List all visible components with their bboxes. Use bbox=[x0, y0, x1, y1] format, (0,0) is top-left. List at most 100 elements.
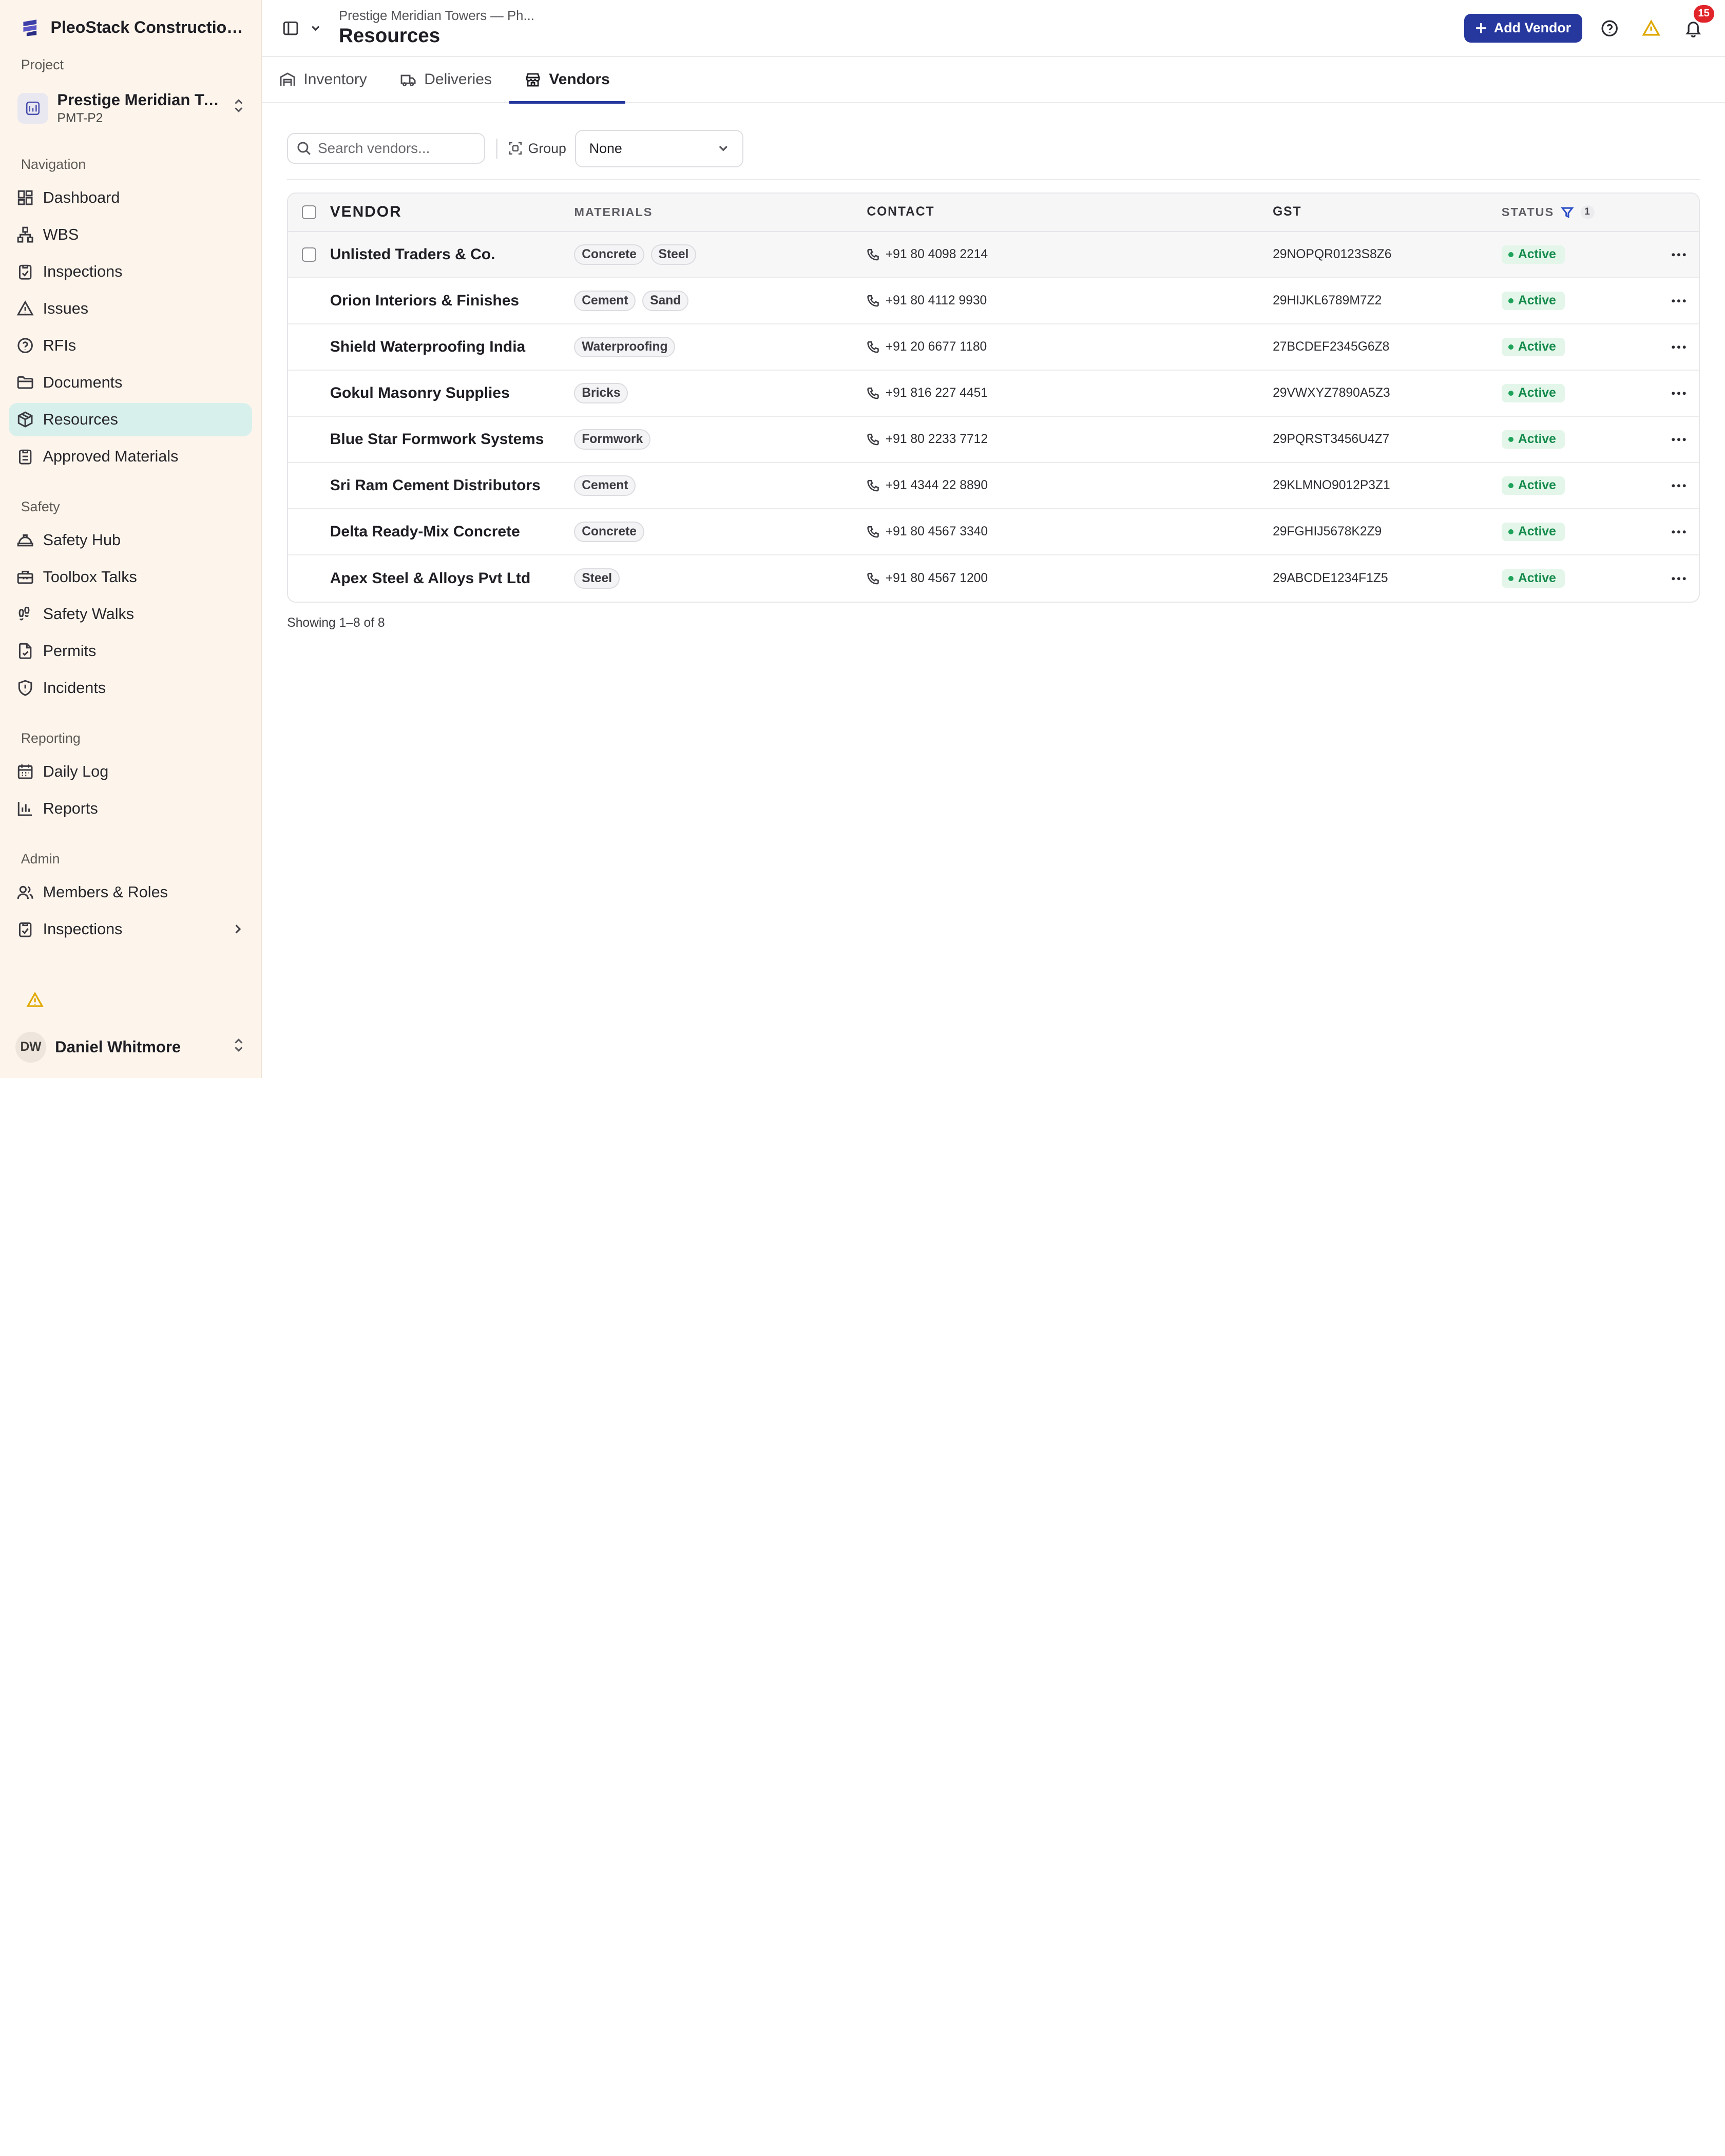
material-chip: Concrete bbox=[574, 521, 644, 543]
materials-cell: Cement Sand bbox=[574, 290, 867, 312]
vendor-name[interactable]: Apex Steel & Alloys Pvt Ltd bbox=[330, 570, 574, 587]
project-switcher[interactable]: Prestige Meridian To... PMT-P2 bbox=[13, 82, 252, 135]
sidebar-item-safety-hub[interactable]: Safety Hub bbox=[9, 524, 252, 556]
vendor-name[interactable]: Blue Star Formwork Systems bbox=[330, 431, 574, 448]
stack-layers-icon bbox=[20, 17, 40, 37]
tab-label: Vendors bbox=[549, 71, 610, 88]
bar-chart-icon bbox=[17, 802, 32, 816]
sidebar-toggle-button[interactable] bbox=[279, 14, 301, 43]
phone-number: +91 816 227 4451 bbox=[885, 386, 988, 400]
store-icon bbox=[526, 73, 540, 87]
status-dot bbox=[1508, 529, 1514, 535]
sidebar-item-label: Resources bbox=[43, 410, 118, 428]
sidebar-dropdown-button[interactable] bbox=[308, 14, 323, 43]
tab-inventory[interactable]: Inventory bbox=[279, 57, 382, 102]
row-actions-button[interactable] bbox=[1659, 345, 1699, 350]
sidebar-warning[interactable] bbox=[0, 984, 261, 1016]
materials-cell: Waterproofing bbox=[574, 336, 867, 358]
row-actions-button[interactable] bbox=[1659, 437, 1699, 442]
sidebar-item-dashboard[interactable]: Dashboard bbox=[9, 181, 252, 214]
status-text: Active bbox=[1518, 571, 1556, 585]
row-actions-button[interactable] bbox=[1659, 576, 1699, 581]
sidebar-item-resources[interactable]: Resources bbox=[9, 403, 252, 436]
sidebar-item-daily-log[interactable]: Daily Log bbox=[9, 755, 252, 788]
phone-number: +91 80 4567 3340 bbox=[885, 524, 988, 538]
vendor-name[interactable]: Sri Ram Cement Distributors bbox=[330, 477, 574, 494]
sidebar-item-rfis[interactable]: RFIs bbox=[9, 329, 252, 362]
vendors-panel: Group None Vendor Materials Contact GST … bbox=[262, 103, 1725, 630]
file-check-icon bbox=[19, 643, 32, 659]
sidebar-item-safety-walks[interactable]: Safety Walks bbox=[9, 598, 252, 630]
sidebar-item-toolbox-talks[interactable]: Toolbox Talks bbox=[9, 561, 252, 593]
column-header-gst[interactable]: GST bbox=[1273, 205, 1502, 219]
row-actions-button[interactable] bbox=[1659, 530, 1699, 534]
table-row[interactable]: Sri Ram Cement Distributors Cement +91 4… bbox=[288, 463, 1699, 509]
phone-icon bbox=[867, 388, 879, 399]
breadcrumb[interactable]: Prestige Meridian Towers — Ph... bbox=[339, 8, 534, 24]
filter-icon[interactable] bbox=[1561, 206, 1574, 219]
sidebar-item-reports[interactable]: Reports bbox=[9, 792, 252, 825]
table-row[interactable]: Gokul Masonry Supplies Bricks +91 816 22… bbox=[288, 371, 1699, 417]
column-header-materials[interactable]: Materials bbox=[574, 205, 867, 219]
vendor-name[interactable]: Shield Waterproofing India bbox=[330, 338, 574, 356]
row-checkbox[interactable] bbox=[302, 247, 316, 262]
sidebar-item-admin-inspections[interactable]: Inspections bbox=[9, 913, 252, 946]
phone-number: +91 20 6677 1180 bbox=[885, 339, 987, 354]
vendor-name[interactable]: Orion Interiors & Finishes bbox=[330, 292, 574, 310]
material-chip: Cement bbox=[574, 290, 636, 312]
add-vendor-button[interactable]: Add Vendor bbox=[1464, 13, 1582, 43]
table-row[interactable]: Delta Ready-Mix Concrete Concrete +91 80… bbox=[288, 509, 1699, 555]
more-horizontal-icon bbox=[1672, 484, 1686, 487]
gst-number: 29KLMNO9012P3Z1 bbox=[1273, 478, 1390, 492]
group-by-select[interactable]: None bbox=[575, 129, 743, 167]
search-input[interactable] bbox=[318, 140, 461, 157]
warnings-button[interactable] bbox=[1637, 14, 1666, 43]
status-cell: Active bbox=[1501, 291, 1659, 311]
search-box[interactable] bbox=[287, 133, 485, 164]
vendor-name[interactable]: Delta Ready-Mix Concrete bbox=[330, 523, 574, 541]
sidebar-item-inspections[interactable]: Inspections bbox=[9, 255, 252, 288]
user-menu[interactable]: DW Daniel Whitmore bbox=[0, 1016, 261, 1078]
chevron-up-down-icon bbox=[232, 1037, 245, 1057]
brand[interactable]: PleoStack Construction ... bbox=[0, 0, 261, 55]
vendor-name[interactable]: Unlisted Traders & Co. bbox=[330, 246, 574, 263]
table-row[interactable]: Apex Steel & Alloys Pvt Ltd Steel +91 80… bbox=[288, 555, 1698, 602]
column-header-status[interactable]: Status 1 bbox=[1502, 205, 1659, 220]
clipboard-list-icon bbox=[19, 450, 32, 465]
gst-number: 29HIJKL6789M7Z2 bbox=[1273, 293, 1382, 307]
table-row[interactable]: Orion Interiors & Finishes Cement Sand +9… bbox=[288, 278, 1699, 324]
status-badge: Active bbox=[1501, 522, 1565, 542]
help-button[interactable] bbox=[1595, 14, 1624, 43]
more-horizontal-icon bbox=[1672, 576, 1686, 580]
column-header-vendor[interactable]: Vendor bbox=[330, 203, 574, 221]
sidebar-item-documents[interactable]: Documents bbox=[9, 366, 252, 399]
status-cell: Active bbox=[1501, 383, 1659, 403]
sidebar-item-incidents[interactable]: Incidents bbox=[9, 671, 252, 704]
row-actions-button[interactable] bbox=[1659, 253, 1699, 257]
sidebar-item-approved-materials[interactable]: Approved Materials bbox=[9, 440, 252, 473]
row-actions-button[interactable] bbox=[1659, 391, 1699, 396]
column-header-contact[interactable]: Contact bbox=[867, 205, 1273, 219]
select-all-checkbox[interactable] bbox=[302, 205, 316, 220]
row-actions-button[interactable] bbox=[1659, 299, 1699, 303]
phone-number: +91 4344 22 8890 bbox=[885, 478, 988, 492]
sidebar-item-permits[interactable]: Permits bbox=[9, 634, 252, 667]
table-row[interactable]: Blue Star Formwork Systems Formwork +91 … bbox=[288, 417, 1699, 463]
contact-cell: +91 20 6677 1180 bbox=[867, 340, 1273, 354]
table-row[interactable]: Unlisted Traders & Co. Concrete Steel +91… bbox=[288, 232, 1699, 278]
notifications-button[interactable]: 15 bbox=[1679, 5, 1714, 43]
tab-vendors[interactable]: Vendors bbox=[509, 57, 626, 104]
vendor-name[interactable]: Gokul Masonry Supplies bbox=[330, 384, 574, 402]
sidebar-item-issues[interactable]: Issues bbox=[9, 292, 252, 325]
table-row[interactable]: Shield Waterproofing India Waterproofing… bbox=[288, 324, 1699, 371]
project-code: PMT-P2 bbox=[57, 111, 103, 126]
row-actions-button[interactable] bbox=[1659, 484, 1699, 488]
sidebar-item-wbs[interactable]: WBS bbox=[9, 218, 252, 251]
status-dot bbox=[1508, 298, 1514, 304]
sidebar-item-label: Members & Roles bbox=[43, 883, 168, 901]
material-chip: Formwork bbox=[574, 429, 651, 450]
sidebar-item-members-roles[interactable]: Members & Roles bbox=[9, 876, 252, 909]
tab-deliveries[interactable]: Deliveries bbox=[400, 57, 507, 102]
materials-cell: Bricks bbox=[574, 382, 867, 404]
gst-number: 29NOPQR0123S8Z6 bbox=[1273, 247, 1392, 261]
